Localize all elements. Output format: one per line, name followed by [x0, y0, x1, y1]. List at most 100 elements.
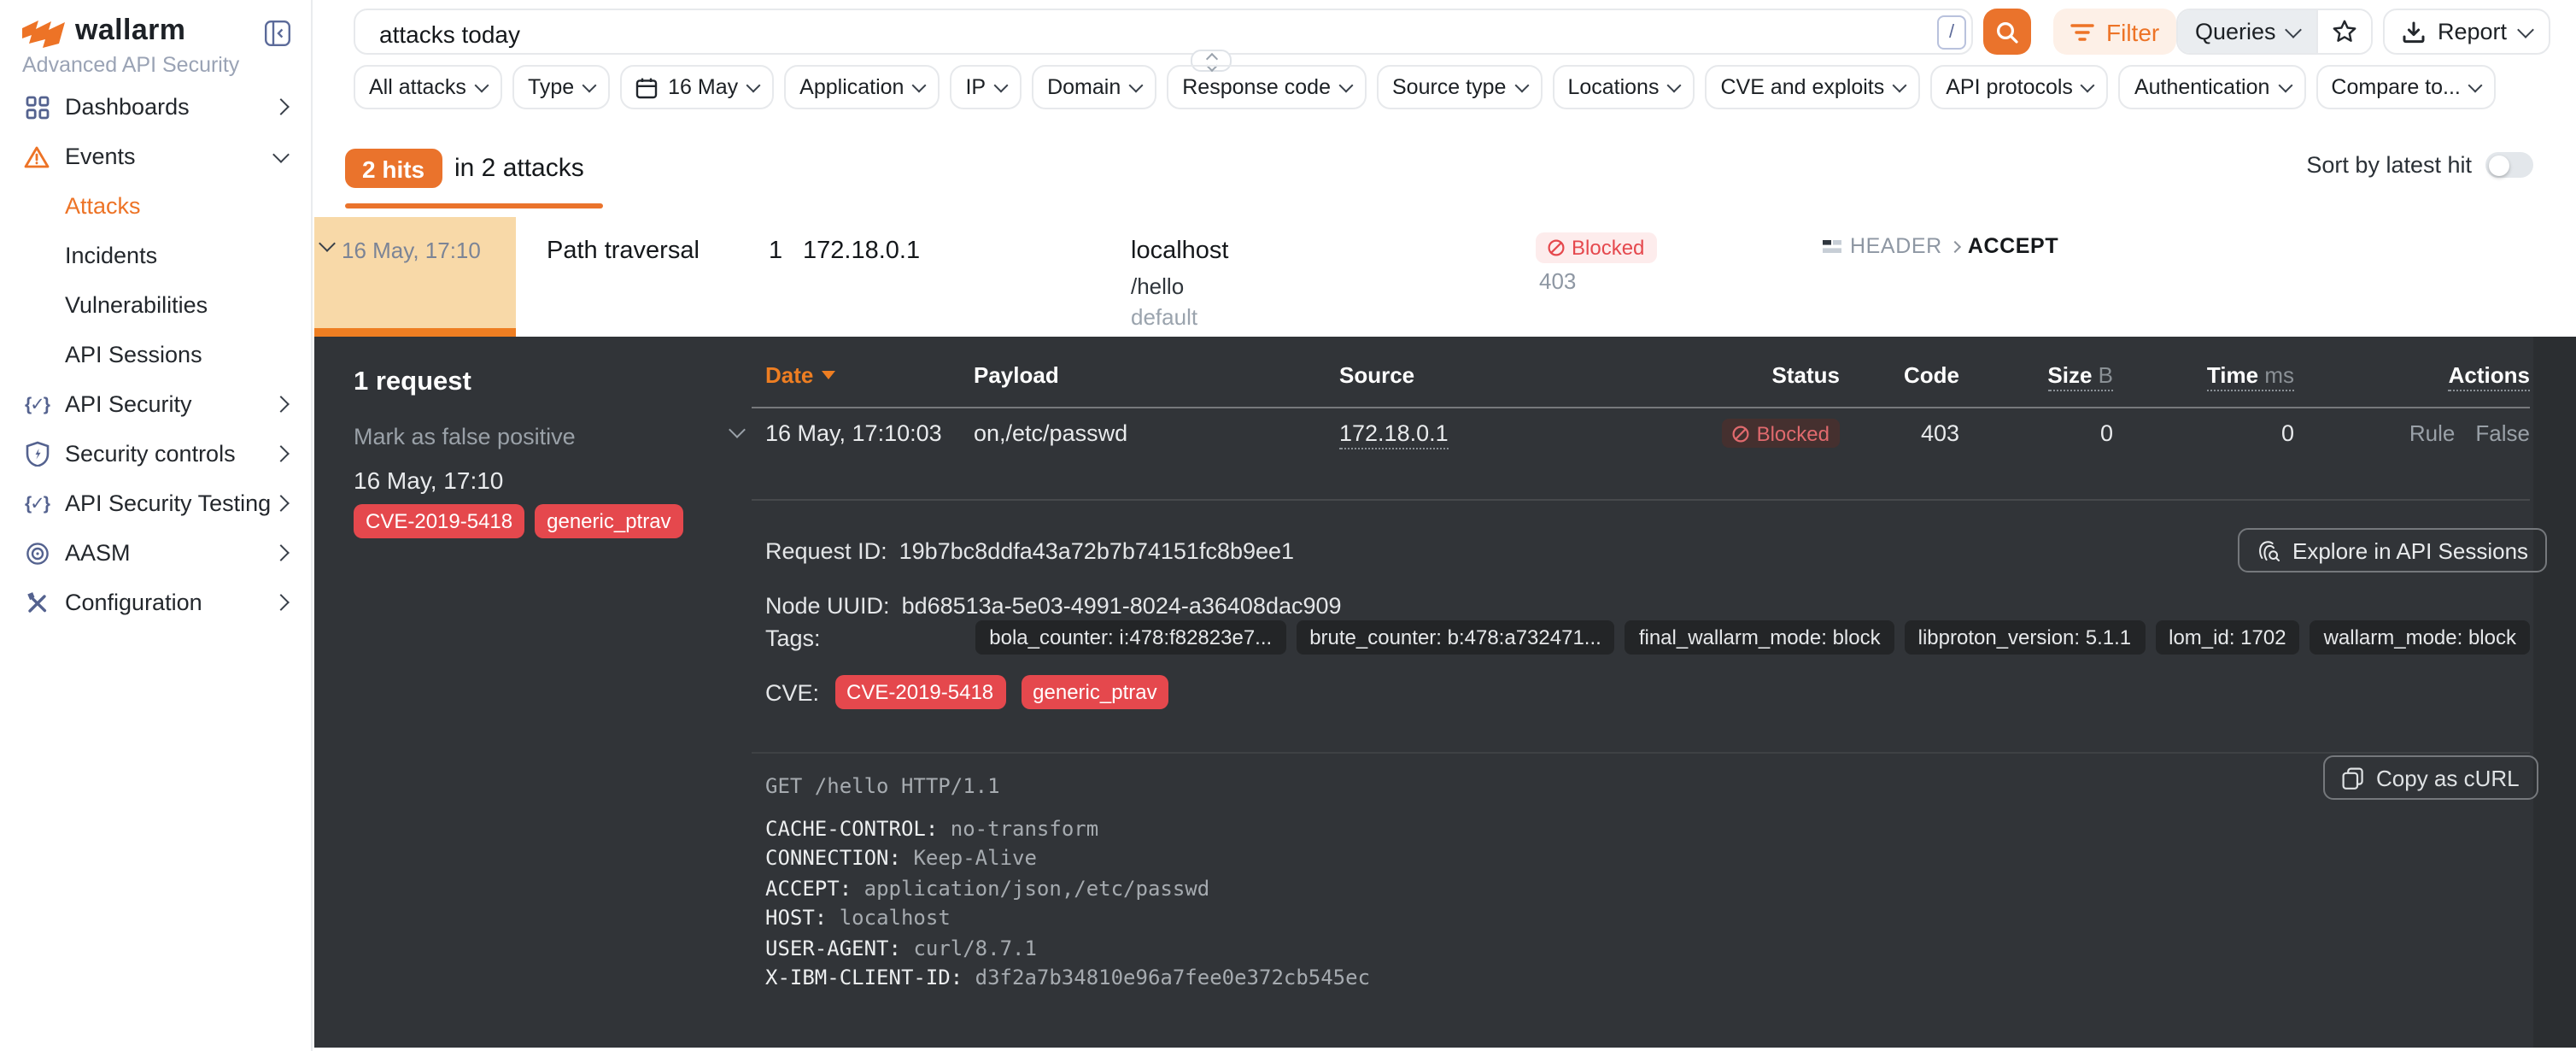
point-icon — [1823, 238, 1841, 254]
sidebar-item-api-security[interactable]: {✓} API Security — [0, 379, 311, 429]
sidebar-item-configuration[interactable]: Configuration — [0, 578, 311, 627]
request-id-label: Request ID: — [765, 538, 887, 564]
column-header-time[interactable]: Time ms — [2113, 362, 2294, 388]
search-input[interactable] — [376, 10, 1852, 56]
column-header-code[interactable]: Code — [1840, 362, 1959, 388]
filter-chip-source-type[interactable]: Source type — [1377, 65, 1542, 109]
filter-chip-response-code[interactable]: Response code — [1167, 65, 1367, 109]
column-header-size[interactable]: Size B — [1959, 362, 2113, 388]
explore-button-label: Explore in API Sessions — [2292, 537, 2528, 563]
chip-label: API protocols — [1946, 75, 2073, 99]
chevron-down-icon — [2468, 79, 2483, 93]
filter-chip-compare-to[interactable]: Compare to... — [2315, 65, 2496, 109]
filter-chip-all-attacks[interactable]: All attacks — [354, 65, 502, 109]
sidebar-item-aasm[interactable]: AASM — [0, 528, 311, 578]
explore-api-sessions-button[interactable]: Explore in API Sessions — [2238, 528, 2547, 572]
node-tag[interactable]: final_wallarm_mode: block — [1625, 620, 1894, 655]
attack-selected-indicator — [314, 328, 516, 337]
node-tag[interactable]: lom_id: 1702 — [2155, 620, 2299, 655]
column-header-date[interactable]: Date — [752, 362, 974, 388]
sidebar-item-api-security-testing[interactable]: {✓} API Security Testing — [0, 479, 311, 528]
attack-row[interactable]: 16 May, 17:10 Path traversal 1 172.18.0.… — [314, 217, 2576, 337]
search-bar — [354, 9, 1973, 55]
column-header-payload[interactable]: Payload — [974, 362, 1339, 388]
report-button[interactable]: Report — [2383, 9, 2550, 55]
sidebar-item-dashboards[interactable]: Dashboards — [0, 82, 311, 132]
sidebar-item-events[interactable]: Events — [0, 132, 311, 181]
sidebar-item-label: Incidents — [65, 243, 287, 268]
attack-status-badge: Blocked — [1536, 232, 1656, 263]
request-table-row[interactable]: 16 May, 17:10:03 on,/etc/passwd 172.18.0… — [752, 419, 2530, 448]
sidebar-item-incidents[interactable]: Incidents — [0, 231, 311, 280]
sidebar-item-label: API Security Testing — [65, 490, 275, 516]
sort-row: Sort by latest hit — [2306, 152, 2533, 178]
favorite-queries-button[interactable] — [2317, 10, 2372, 53]
rule-action[interactable]: Rule — [2409, 420, 2456, 446]
filter-chip-date[interactable]: 16 May — [620, 65, 774, 109]
sidebar-item-security-controls[interactable]: Security controls — [0, 429, 311, 479]
attack-path: /hello — [1131, 273, 1184, 299]
column-header-status[interactable]: Status — [1734, 362, 1840, 388]
filter-chip-authentication[interactable]: Authentication — [2119, 65, 2305, 109]
node-tag[interactable]: brute_counter: b:478:a732471... — [1296, 620, 1615, 655]
chevron-down-icon — [1129, 79, 1144, 93]
column-header-source[interactable]: Source — [1339, 362, 1734, 388]
filter-chips-row: All attacks Type 16 May Application IP D… — [354, 65, 2497, 109]
node-tag[interactable]: wallarm_mode: block — [2310, 620, 2530, 655]
filter-button[interactable]: Filter — [2053, 9, 2176, 55]
http-header-value: d3f2a7b34810e96a7fee0e372cb545ec — [975, 966, 1370, 989]
sort-toggle[interactable] — [2485, 152, 2533, 178]
http-header-line: X-IBM-CLIENT-ID: d3f2a7b34810e96a7fee0e3… — [765, 964, 1370, 994]
column-header-label: Size — [2047, 362, 2092, 388]
filter-chip-api-protocols[interactable]: API protocols — [1930, 65, 2109, 109]
active-tab-underline — [345, 203, 603, 208]
attack-time-cell[interactable]: 16 May, 17:10 — [314, 217, 516, 328]
sidebar-item-label: Attacks — [65, 193, 287, 219]
attack-point: HEADER ACCEPT — [1823, 234, 2058, 258]
node-uuid-value: bd68513a-5e03-4991-8024-a36408dac909 — [902, 593, 1342, 619]
cve-tag[interactable]: CVE-2019-5418 — [354, 504, 524, 538]
chip-label: Response code — [1182, 75, 1331, 99]
chevron-down-icon — [729, 421, 746, 438]
sidebar-item-attacks[interactable]: Attacks — [0, 181, 311, 231]
cve-row: CVE: CVE-2019-5418 generic_ptrav — [765, 675, 1169, 709]
column-header-label: Time — [2207, 362, 2258, 388]
chevron-down-icon — [583, 79, 597, 93]
search-button[interactable] — [1983, 9, 2031, 55]
mark-false-positive-link[interactable]: Mark as false positive — [354, 424, 576, 449]
filter-chip-domain[interactable]: Domain — [1032, 65, 1156, 109]
cve-tag[interactable]: generic_ptrav — [535, 504, 682, 538]
chevron-right-icon — [272, 544, 290, 561]
chevron-down-icon — [994, 79, 1009, 93]
sidebar-item-api-sessions[interactable]: API Sessions — [0, 330, 311, 379]
request-id-value: 19b7bc8ddfa43a72b7b74151fc8b9ee1 — [899, 538, 1294, 564]
chevron-down-icon — [272, 145, 290, 162]
chip-label: 16 May — [668, 75, 738, 99]
cve-tag[interactable]: generic_ptrav — [1021, 675, 1168, 709]
column-header-actions[interactable]: Actions — [2294, 362, 2530, 388]
cve-tag[interactable]: CVE-2019-5418 — [834, 675, 1005, 709]
filter-chip-application[interactable]: Application — [784, 65, 940, 109]
http-header-value: curl/8.7.1 — [913, 936, 1037, 960]
sidebar-item-vulnerabilities[interactable]: Vulnerabilities — [0, 280, 311, 330]
panel-scrollbar[interactable] — [2533, 337, 2576, 1048]
node-tag[interactable]: bola_counter: i:478:f82823e7... — [975, 620, 1285, 655]
filter-chip-ip[interactable]: IP — [950, 65, 1022, 109]
request-source-ip[interactable]: 172.18.0.1 — [1339, 420, 1449, 449]
chevron-right-icon — [272, 396, 290, 413]
http-header-name: CACHE-CONTROL: — [765, 816, 938, 840]
filter-chip-type[interactable]: Type — [512, 65, 610, 109]
queries-button[interactable]: Queries — [2178, 10, 2317, 53]
filter-chip-cve-exploits[interactable]: CVE and exploits — [1705, 65, 1920, 109]
download-icon — [2402, 20, 2426, 44]
node-tag[interactable]: libproton_version: 5.1.1 — [1905, 620, 2146, 655]
request-size: 0 — [1959, 420, 2113, 446]
copy-as-curl-button[interactable]: Copy as cURL — [2323, 755, 2538, 800]
blocked-icon — [1548, 239, 1565, 256]
collapse-sidebar-button[interactable] — [265, 21, 290, 46]
copy-button-label: Copy as cURL — [2376, 765, 2520, 790]
false-action[interactable]: False — [2475, 420, 2530, 446]
filter-chip-locations[interactable]: Locations — [1552, 65, 1695, 109]
chip-label: Application — [799, 75, 904, 99]
column-unit: ms — [2264, 362, 2294, 388]
